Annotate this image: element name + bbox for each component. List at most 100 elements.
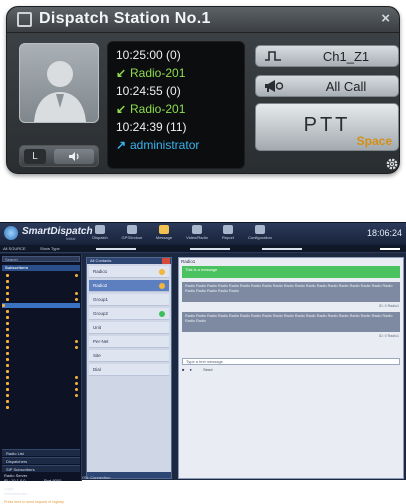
nav-label: GPS/Indoor [121, 235, 143, 240]
select-checkbox[interactable] [17, 12, 32, 27]
smartdispatch-window: SmartDispatch Initial Dispatch GPS/Indoo… [0, 222, 406, 504]
tree-item[interactable] [6, 375, 80, 380]
all-call-button[interactable]: All Call [255, 75, 399, 97]
tree-item[interactable] [6, 315, 80, 320]
nav-label: Video/Radio [186, 235, 208, 240]
nav-gps[interactable]: GPS/Indoor [118, 224, 146, 244]
gear-icon[interactable] [385, 157, 399, 171]
tree-item[interactable] [6, 405, 80, 410]
section-radio-list[interactable]: Radio List [2, 449, 80, 456]
tree-item[interactable] [6, 345, 80, 350]
contact-name: Group2 [93, 311, 109, 316]
call-log-time: 10:24:55 (0) [116, 84, 181, 98]
section-label: Radio List [6, 451, 24, 456]
tree-item-selected[interactable] [2, 303, 80, 308]
tree-item[interactable] [6, 327, 80, 332]
caller-name: administrator [130, 138, 200, 152]
subscribers-sidebar: Search Subscribers Radio List Dispatcher… [0, 254, 82, 504]
gps-icon [127, 225, 137, 234]
contact-row[interactable]: Group2 [89, 308, 169, 320]
megaphone-icon [265, 80, 284, 92]
subscribers-header[interactable]: Subscribers [2, 265, 80, 271]
tree-item[interactable] [6, 363, 80, 368]
tree-item[interactable] [6, 381, 80, 386]
tree-item[interactable] [6, 339, 80, 344]
tree-item[interactable] [6, 393, 80, 398]
contact-row[interactable]: Dial [89, 364, 169, 376]
section-dispatchers[interactable]: Dispatchers [2, 457, 80, 464]
tree-item[interactable] [6, 297, 80, 302]
close-icon[interactable] [162, 258, 170, 264]
tree-item[interactable] [6, 387, 80, 392]
tree-item[interactable] [6, 399, 80, 404]
tree-item[interactable] [6, 321, 80, 326]
contact-name: Per-Net [93, 339, 109, 344]
contact-name: Dial [93, 367, 101, 372]
call-log: 10:25:00 (0) ↙ Radio-201 10:24:55 (0) ↙ Ra… [107, 41, 245, 169]
nav-message[interactable]: Message [150, 224, 178, 244]
nav-label: Message [155, 235, 173, 240]
contact-row-selected[interactable]: Radio2 [89, 280, 169, 292]
nav-label: Report [221, 235, 234, 240]
contact-name: Radio1 [93, 269, 108, 274]
contact-row[interactable]: Radio1 [89, 266, 169, 278]
tree-item[interactable] [6, 279, 80, 284]
nav-dispatch[interactable]: Dispatch [86, 224, 114, 244]
nav-report[interactable]: Report [214, 224, 242, 244]
tree-item[interactable] [6, 351, 80, 356]
speaker-button[interactable] [54, 149, 94, 164]
left-channel-button[interactable]: L [24, 149, 46, 164]
message-bubble-sent: This is a message [182, 266, 400, 278]
search-input[interactable]: Search [2, 256, 80, 262]
call-log-time: 10:24:39 (11) [116, 120, 187, 134]
incoming-arrow-icon: ↙ [116, 102, 127, 116]
nav-configuration[interactable]: Configuration [246, 224, 274, 244]
nav-video[interactable]: Video/Radio [183, 224, 211, 244]
chat-tools: ■ ● Send [182, 367, 400, 373]
brand-subtitle: Initial [66, 236, 76, 241]
contacts-header: All Contacts [87, 258, 171, 264]
volume-slider[interactable] [262, 248, 302, 250]
chat-title: Radio1 [181, 259, 196, 264]
tree-item[interactable] [6, 333, 80, 338]
server-port: Port 9000 [44, 478, 62, 483]
tree-item[interactable] [6, 369, 80, 374]
contact-row[interactable]: Site [89, 350, 169, 362]
contact-row[interactable]: Per-Net [89, 336, 169, 348]
power-indicator [380, 248, 400, 250]
message-input[interactable]: Type a text message [182, 358, 400, 365]
tree-item[interactable] [6, 309, 80, 314]
registry-hint[interactable]: Press here to send request of registry [4, 500, 64, 504]
contact-row[interactable]: Group1 [89, 294, 169, 306]
status-dot [159, 283, 165, 289]
incoming-arrow-icon: ↙ [116, 66, 127, 80]
ptt-button[interactable]: PTT Space [255, 103, 399, 151]
send-button[interactable]: Send [203, 367, 212, 372]
status-dot [159, 269, 165, 275]
attach-icon[interactable]: ■ [182, 367, 184, 372]
signal-wave-icon [265, 51, 281, 61]
tree-item[interactable] [6, 273, 80, 278]
contact-row[interactable]: Unit [89, 322, 169, 334]
section-sip-subscribers[interactable]: SIP Subscribers [2, 465, 80, 472]
chat-panel: Radio1 This is a message Radio Radio Rad… [178, 257, 404, 479]
panel-header: Dispatch Station No.1 × [7, 7, 399, 33]
logo-icon [4, 226, 18, 240]
close-icon[interactable]: × [381, 10, 390, 27]
call-log-entry: ↗ administrator [116, 136, 236, 154]
volume-slider[interactable] [190, 248, 230, 250]
channel-label: Ch1_Z1 [322, 49, 370, 64]
report-icon [223, 225, 233, 234]
channel-button[interactable]: Ch1_Z1 [255, 45, 399, 67]
source-select[interactable]: All SOURCE [3, 246, 26, 251]
volume-slider[interactable] [96, 248, 136, 250]
tree-item[interactable] [6, 285, 80, 290]
contact-name: Unit [93, 325, 102, 330]
contacts-header-label: All Contacts [90, 258, 112, 263]
app-top-bar: SmartDispatch Initial Dispatch GPS/Indoo… [0, 223, 406, 245]
tree-item[interactable] [6, 357, 80, 362]
show-type-select[interactable]: Show Type [40, 246, 60, 251]
emoji-icon[interactable]: ● [190, 367, 192, 372]
tree-item[interactable] [6, 291, 80, 296]
message-icon [159, 225, 169, 234]
